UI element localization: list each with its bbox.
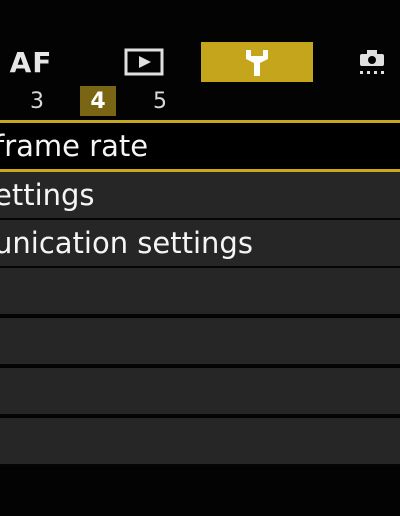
menu-item-communication-settings[interactable]: unication settings — [0, 220, 400, 268]
menu-item-label: unication settings — [0, 226, 253, 260]
menu-item-empty-1 — [0, 268, 400, 316]
menu-item-frame-rate[interactable]: frame rate — [0, 120, 400, 172]
wrench-icon — [246, 50, 268, 76]
sub-tab-5[interactable]: 5 — [142, 86, 178, 116]
playback-icon — [124, 48, 164, 76]
tab-af-label: AF — [9, 45, 53, 79]
sub-tab-4[interactable]: 4 — [80, 86, 116, 116]
tab-af[interactable]: AF — [0, 42, 62, 82]
menu-item-settings[interactable]: ettings — [0, 172, 400, 220]
menu-item-empty-2 — [0, 318, 400, 366]
sub-tab-3[interactable]: 3 — [19, 86, 55, 116]
tab-playback[interactable] — [118, 42, 170, 82]
camera-icon — [360, 50, 384, 74]
tab-camera[interactable] — [346, 42, 400, 82]
menu-tab-bar: AF — [0, 42, 400, 82]
sub-tab-bar: 3 4 5 — [0, 86, 400, 116]
menu-item-empty-4 — [0, 418, 400, 466]
menu-item-label: ettings — [0, 178, 95, 212]
tab-setup[interactable] — [201, 42, 313, 82]
menu-item-empty-3 — [0, 368, 400, 416]
menu-item-label: frame rate — [0, 129, 149, 163]
